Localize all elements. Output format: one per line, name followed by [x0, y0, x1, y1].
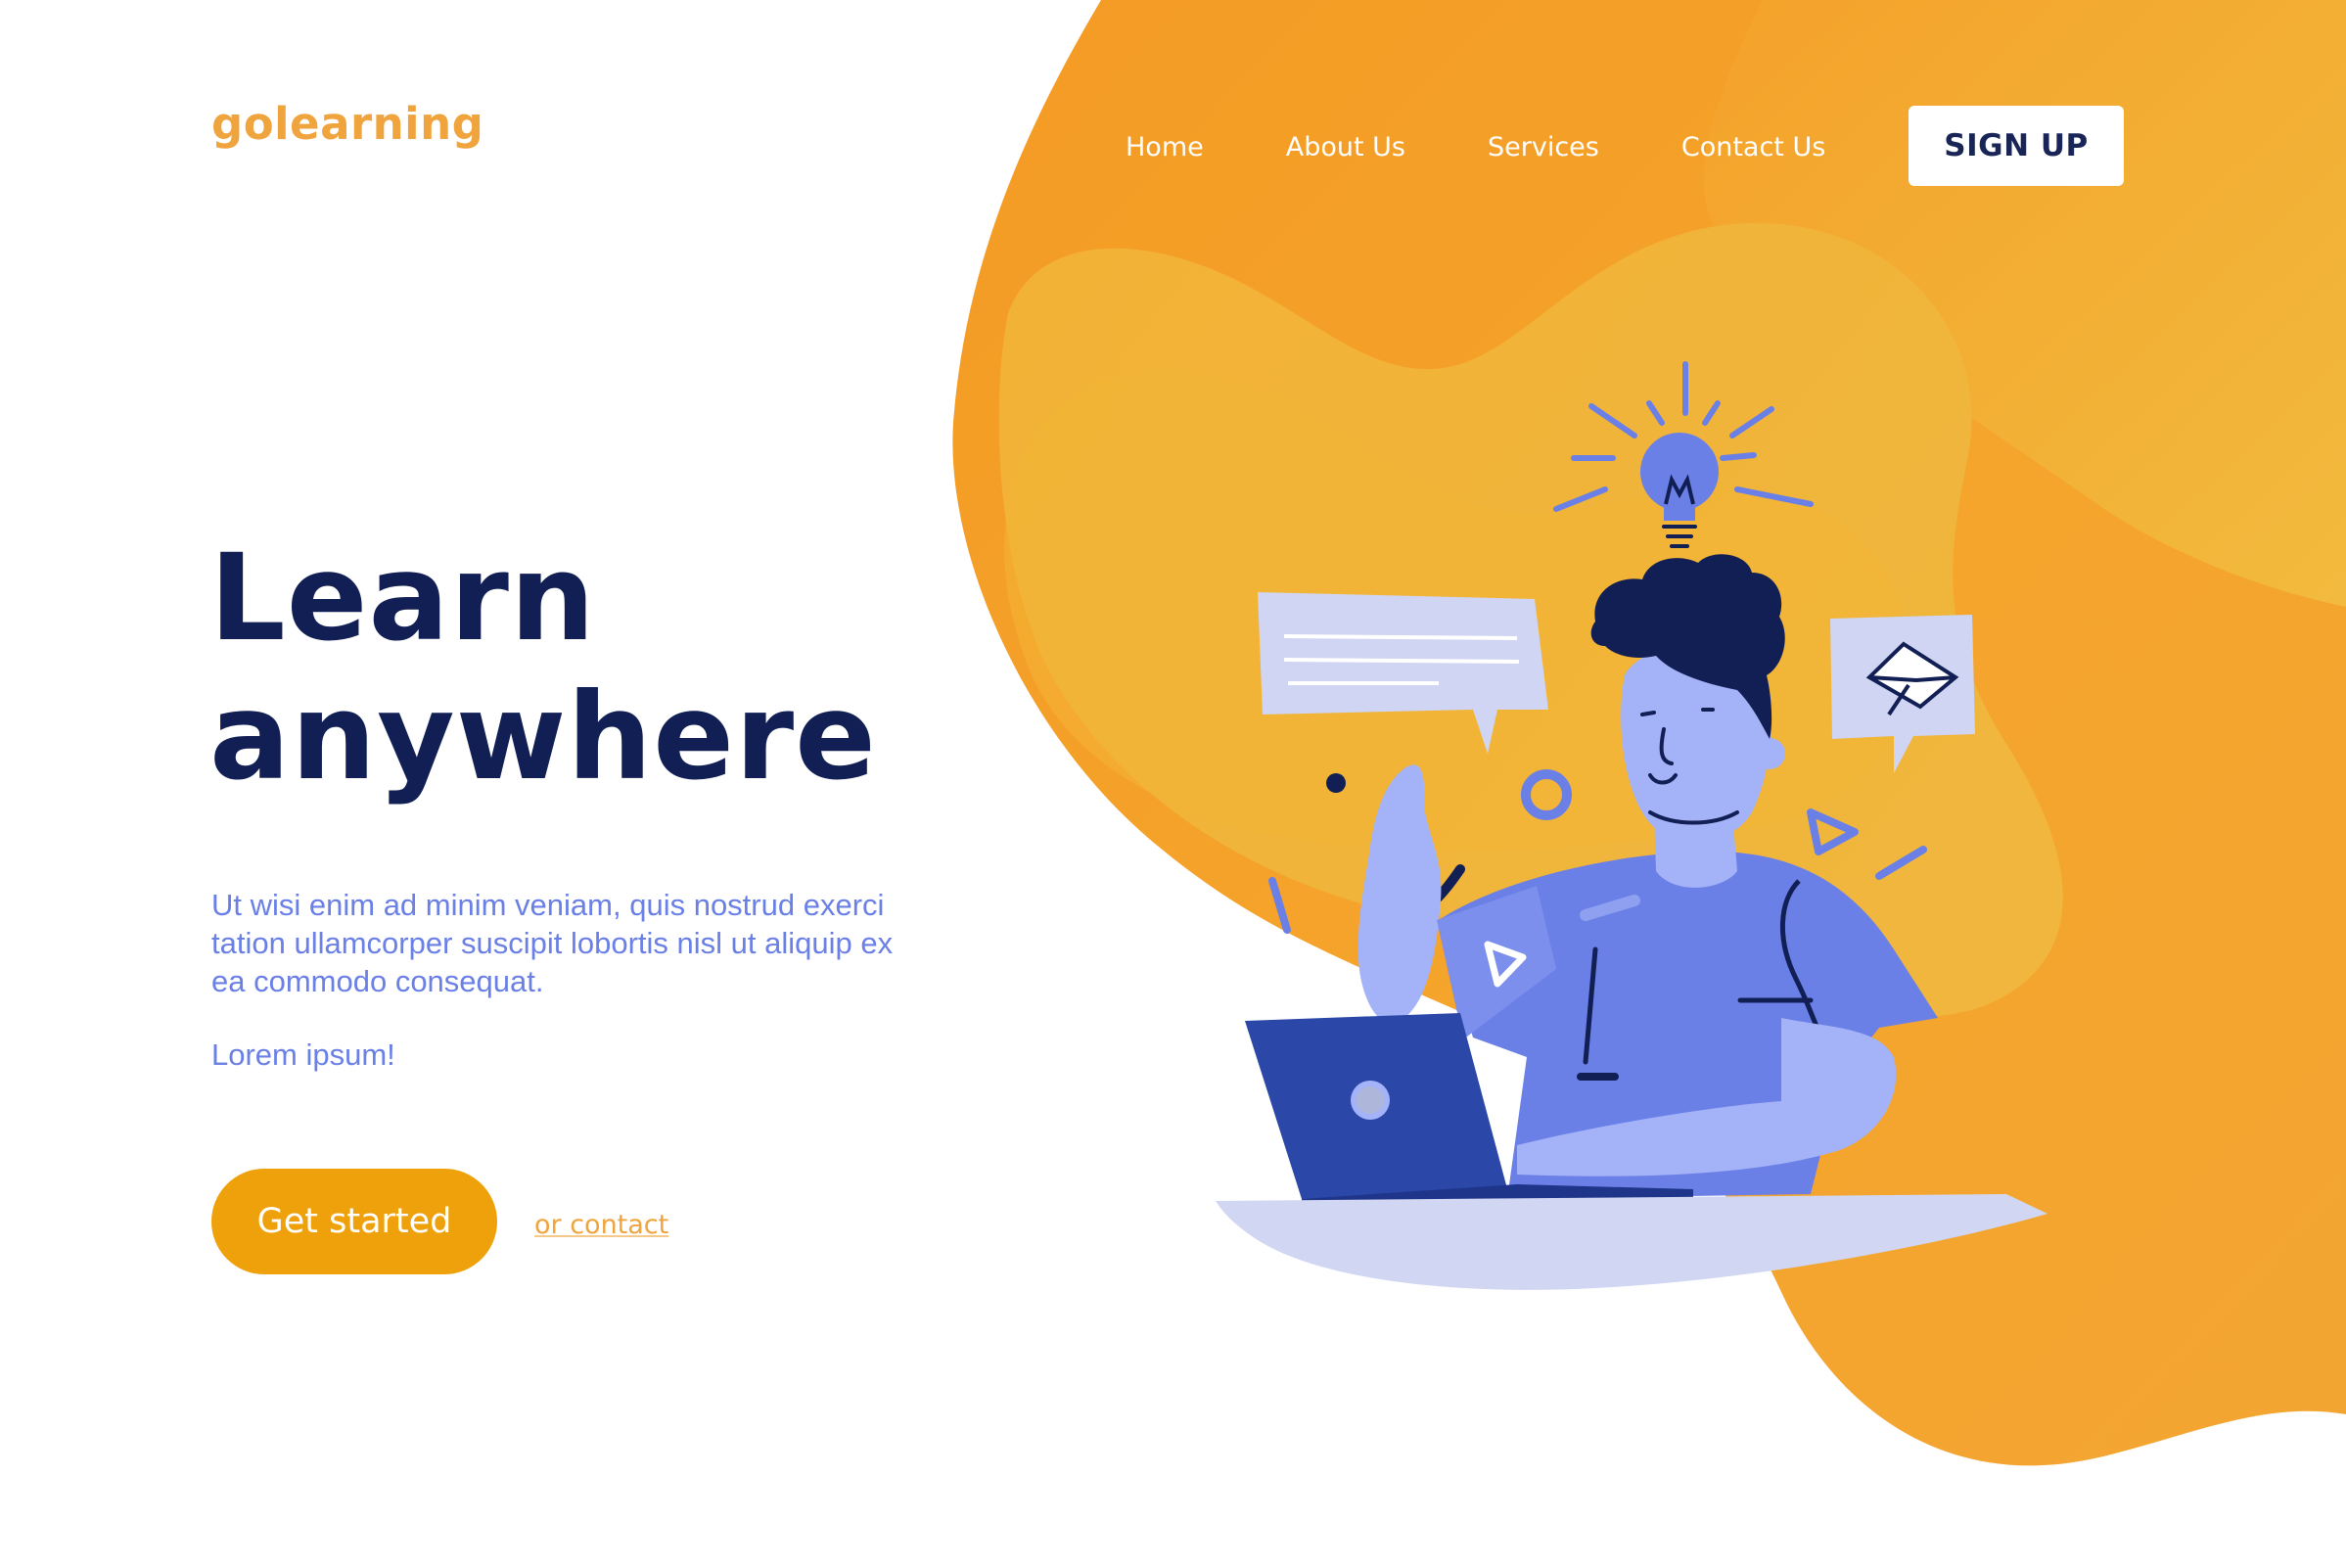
headline-line-1: Learn [209, 529, 596, 668]
envelope-icon [1830, 615, 1975, 773]
or-contact-link[interactable]: or contact [534, 1210, 668, 1240]
hero-description: Ut wisi enim ad minim veniam, quis nostr… [211, 888, 894, 998]
nav-contact-us[interactable]: Contact Us [1681, 132, 1825, 162]
speech-bubble-icon [1258, 592, 1548, 754]
lightbulb-icon [1553, 361, 1814, 548]
hero-tagline: Lorem ipsum! [211, 1038, 395, 1072]
main-nav: Home About Us Services Contact Us [1126, 125, 1908, 168]
nav-services[interactable]: Services [1488, 132, 1599, 162]
brand-logo[interactable]: golearning [211, 98, 483, 150]
nav-about-us[interactable]: About Us [1286, 132, 1405, 162]
sign-up-button[interactable]: SIGN UP [1909, 106, 2124, 186]
nav-home[interactable]: Home [1126, 132, 1204, 162]
hero-illustration [1216, 361, 2047, 1290]
get-started-button[interactable]: Get started [211, 1169, 497, 1274]
headline-line-2: anywhere [209, 668, 877, 807]
hero-headline: Learn anywhere [209, 529, 877, 807]
